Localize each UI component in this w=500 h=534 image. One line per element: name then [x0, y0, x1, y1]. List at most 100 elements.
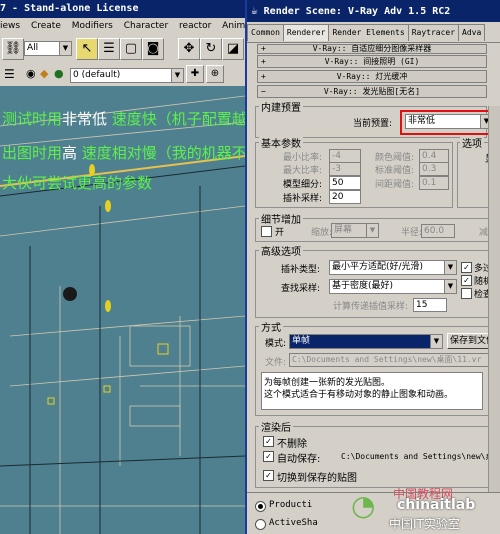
detail-radius-label: 半径: — [401, 228, 423, 238]
tab-advanced[interactable]: Adva — [458, 24, 486, 41]
scale-icon[interactable]: ◪ — [222, 38, 244, 60]
tab-render-elements[interactable]: Render Elements — [328, 24, 409, 41]
interp-type-value: 最小平方适配(好/光滑) — [332, 262, 424, 272]
freeze-icon[interactable]: ◆ — [40, 67, 48, 80]
interp-samples-label: 插补采样: — [283, 194, 323, 204]
rect-selection-icon[interactable]: ▢ — [120, 38, 142, 60]
calc-pass-value: 15 — [416, 300, 428, 310]
clr-thresh-label: 颜色阈值: — [375, 153, 415, 163]
rotate-icon[interactable]: ↻ — [200, 38, 222, 60]
min-rate-field[interactable]: -4 — [329, 149, 361, 163]
activeshade-radio[interactable] — [255, 519, 266, 530]
mode-label: 模式: — [265, 339, 287, 349]
chevron-down-icon: ▼ — [59, 42, 71, 55]
calc-pass-field[interactable]: 15 — [413, 298, 447, 312]
hsph-value: 50 — [332, 178, 344, 188]
note-1-highlight: 非常低 — [62, 110, 108, 128]
lookup-dropdown[interactable]: 基于密度(最好) ▼ — [329, 279, 457, 294]
max-title-text: 7 - Stand-alone License — [0, 3, 139, 14]
note-line-1: 测试时用非常低 速度快（机子配置越高越快） — [2, 108, 245, 129]
multipass-checkbox[interactable]: ✓ — [461, 262, 472, 273]
randomize-checkbox[interactable]: ✓ — [461, 275, 472, 286]
layer-toolbar: ☰ ◉ ◆ ● 0 (default) ▼ ✚ ⊕ — [0, 64, 245, 87]
max-menubar: iews Create Modifiers Character reactor … — [0, 18, 245, 34]
dist-thresh-label: 间距阈值: — [375, 180, 415, 190]
detail-on-label: 开 — [275, 228, 285, 238]
window-crossing-icon[interactable]: ◙ — [142, 38, 164, 60]
current-preset-dropdown[interactable]: 非常低 ▼ — [405, 114, 493, 129]
auto-save-checkbox[interactable]: ✓ — [263, 451, 274, 462]
tab-raytracer[interactable]: Raytracer — [407, 24, 460, 41]
watermark-logo-icon: ◔ — [351, 489, 376, 522]
note-2-highlight: 高 — [62, 144, 78, 162]
file-path-field[interactable]: C:\Documents and Settings\new\桌面\11.vr — [289, 353, 500, 367]
clr-thresh-field[interactable]: 0.4 — [419, 149, 449, 163]
select-by-name-icon[interactable]: ☰ — [98, 38, 120, 60]
rollout-irradiance-label: V-Ray:: 发光贴图[无名] — [323, 87, 421, 96]
eye-icon[interactable]: ◉ — [26, 67, 36, 80]
max-rate-field[interactable]: -3 — [329, 162, 361, 176]
rollout-irradiance-map[interactable]: − V-Ray:: 发光贴图[无名] — [257, 85, 487, 98]
hsph-field[interactable]: 50 — [329, 176, 361, 190]
dist-thresh-field[interactable]: 0.1 — [419, 176, 449, 190]
nrm-thresh-field[interactable]: 0.3 — [419, 162, 449, 176]
perspective-viewport[interactable]: 测试时用非常低 速度快（机子配置越高越快） 出图时用高 速度相对慢（我的机器不行… — [0, 86, 245, 534]
advanced-group-label: 高级选项 — [259, 243, 303, 258]
production-radio[interactable] — [255, 501, 266, 512]
tab-renderer[interactable]: Renderer — [282, 24, 330, 41]
nrm-thresh-value: 0.3 — [422, 164, 437, 174]
layers-icon[interactable]: ☰ — [4, 67, 15, 81]
mode-value: 单帧 — [292, 336, 311, 346]
check-visibility-checkbox[interactable] — [461, 288, 472, 299]
menu-views[interactable]: iews — [0, 21, 20, 31]
interp-type-dropdown[interactable]: 最小平方适配(好/光滑) ▼ — [329, 260, 457, 275]
dialog-tabs: Common Renderer Render Elements Raytracer Ad… — [247, 24, 500, 43]
rollout-light-cache[interactable]: + V-Ray:: 灯光缓冲 — [257, 70, 487, 83]
render-scene-dialog: ☕ Render Scene: V-Ray Adv 1.5 RC2 Common… — [245, 0, 500, 534]
dialog-scrollbar[interactable] — [488, 106, 500, 492]
menu-character[interactable]: Character — [124, 21, 168, 31]
preset-group-label: 内建预置 — [259, 99, 303, 114]
rollout-gi-label: V-Ray:: 间接照明 (GI) — [324, 57, 420, 66]
select-icon[interactable]: ↖ — [76, 38, 98, 60]
watermark: ◔ 中国教程网 chinaitlab 中国IT实验室 — [349, 485, 499, 533]
menu-create[interactable]: Create — [31, 21, 61, 31]
clr-thresh-value: 0.4 — [422, 151, 437, 161]
menu-modifiers[interactable]: Modifiers — [72, 21, 113, 31]
detail-scale-dropdown[interactable]: 屏幕 ▼ — [331, 223, 379, 238]
link-icon[interactable]: ⛓ — [2, 38, 24, 60]
basic-params-label: 基本参数 — [259, 135, 303, 150]
mode-desc-2: 这个模式适合于有移动对象的静止图象和动画。 — [264, 390, 454, 400]
dont-delete-checkbox[interactable]: ✓ — [263, 436, 274, 447]
min-rate-label: 最小比率: — [283, 153, 323, 163]
rollout-adaptive-sampler[interactable]: + V-Ray:: 自适应细分图像采样器 — [257, 44, 487, 54]
rollout-gi[interactable]: + V-Ray:: 间接照明 (GI) — [257, 55, 487, 68]
watermark-line-3: 中国IT实验室 — [389, 517, 460, 531]
detail-radius-field[interactable]: 60.0 — [421, 224, 455, 238]
rollout-light-cache-label: V-Ray:: 灯光缓冲 — [336, 72, 408, 81]
max-window: 7 - Stand-alone License iews Create Modi… — [0, 0, 245, 534]
chevron-down-icon: ▼ — [171, 69, 183, 82]
menu-reactor[interactable]: reactor — [179, 21, 211, 31]
mode-dropdown[interactable]: 单帧 ▼ — [289, 334, 443, 349]
lookup-label: 查找采样: — [281, 284, 321, 294]
plus-icon: + — [261, 72, 266, 81]
selection-filter-dropdown[interactable]: All ▼ — [24, 41, 72, 56]
render-icon[interactable]: ● — [54, 67, 64, 80]
detail-on-checkbox[interactable] — [261, 226, 272, 237]
interp-samples-field[interactable]: 20 — [329, 190, 361, 204]
tab-common[interactable]: Common — [247, 24, 284, 41]
switch-saved-checkbox[interactable]: ✓ — [263, 470, 274, 481]
new-layer-icon[interactable]: ✚ — [186, 65, 204, 83]
note-3: 大伙可尝试更高的参数 — [2, 174, 153, 192]
max-rate-value: -3 — [332, 164, 341, 174]
layer-dropdown[interactable]: 0 (default) ▼ — [70, 68, 184, 83]
add-to-layer-icon[interactable]: ⊕ — [206, 65, 224, 83]
menu-animation[interactable]: Animatio — [222, 21, 245, 31]
max-rate-label: 最大比率: — [283, 166, 323, 176]
main-toolbar: ⛓ All ▼ ↖ ☰ ▢ ◙ ✥ ↻ ◪ — [0, 34, 245, 65]
dont-delete-label: 不删除 — [277, 439, 307, 450]
note-2c: 速度相对慢（我的机器不行） — [81, 144, 245, 162]
move-icon[interactable]: ✥ — [178, 38, 200, 60]
chevron-down-icon: ▼ — [444, 280, 456, 293]
